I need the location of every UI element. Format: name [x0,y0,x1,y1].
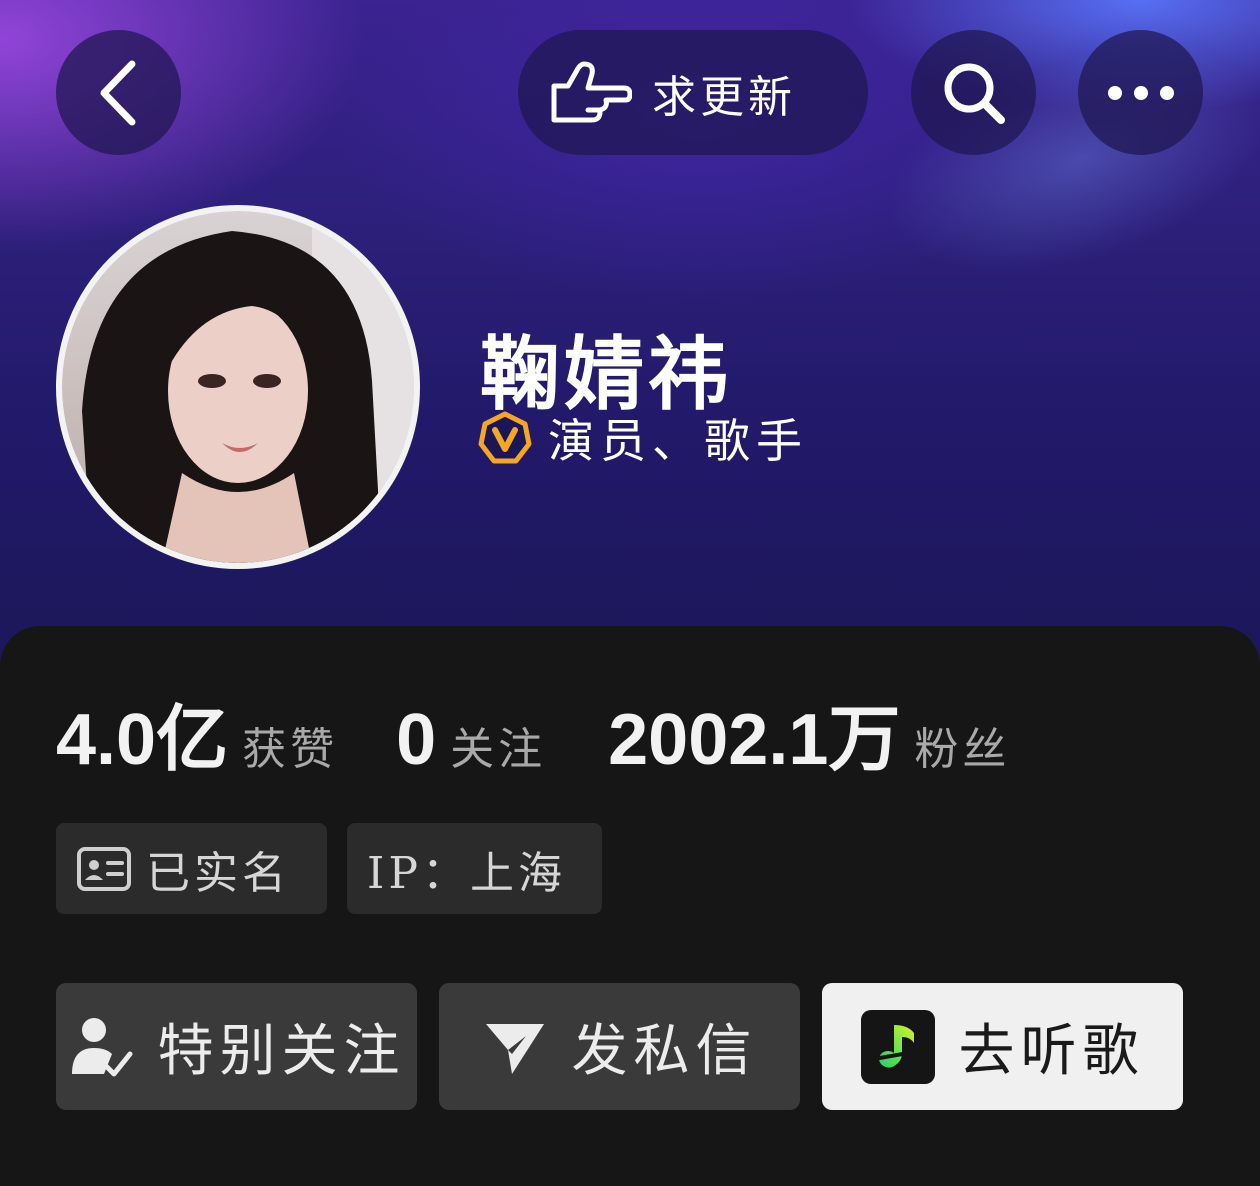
listen-music-label: 去听歌 [958,1019,1145,1084]
ip-location-tag: IP：上海 [347,823,602,914]
likes-label: 获赞 [242,724,339,775]
id-card-icon [77,846,131,891]
back-button[interactable] [56,30,181,155]
avatar-image [62,211,414,563]
request-update-button[interactable]: 求更新 [518,30,868,155]
avatar[interactable] [56,205,420,569]
user-check-icon [71,1017,132,1076]
likes-count[interactable]: 4.0亿 [56,680,228,785]
roles-text: 演员、歌手 [548,414,808,468]
followers-label: 粉丝 [914,724,1011,775]
verified-name-tag: 已实名 [56,823,327,914]
send-message-button[interactable]: 发私信 [439,983,800,1110]
following-label: 关注 [450,724,547,775]
more-button[interactable] [1078,30,1203,155]
special-follow-label: 特别关注 [157,1019,406,1084]
profile-tags: 已实名 IP：上海 [56,823,602,914]
listen-music-button[interactable]: 去听歌 [822,983,1183,1110]
verified-v-badge-icon [478,411,532,464]
followers-count[interactable]: 2002.1万 [608,680,900,785]
chevron-left-icon [100,60,135,125]
pointing-hand-icon [551,61,632,122]
ip-location-label: IP：上海 [367,847,566,899]
send-message-label: 发私信 [571,1019,758,1084]
verified-name-label: 已实名 [146,847,290,899]
profile-roles: 演员、歌手 [478,405,808,471]
request-update-label: 求更新 [652,71,796,123]
more-dots-icon [1107,85,1174,100]
search-icon [944,63,1005,124]
send-icon [485,1023,544,1074]
music-app-icon [860,1009,935,1084]
profile-actions: 特别关注 发私信 去听歌 [56,983,1183,1110]
search-button[interactable] [911,30,1036,155]
special-follow-button[interactable]: 特别关注 [56,983,417,1110]
profile-stats: 4.0亿 获赞 0 关注 2002.1万 粉丝 [56,680,1010,785]
following-count[interactable]: 0 [396,699,436,781]
